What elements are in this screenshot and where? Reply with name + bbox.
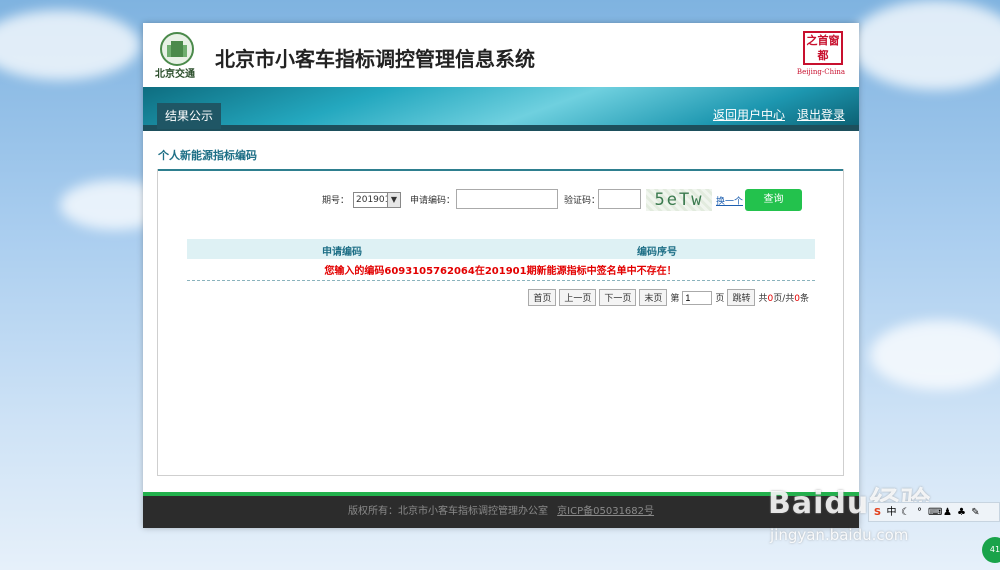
moon-icon[interactable]: ☾ (900, 507, 911, 518)
header: 北京交通 北京市小客车指标调控管理信息系统 之 首 窗 都 Beijing-Ch… (143, 23, 859, 87)
background-cloud (0, 10, 140, 80)
copyright-text: 版权所有：北京市小客车指标调控管理办公室 (347, 506, 548, 517)
jump-button[interactable]: 跳转 (727, 289, 756, 306)
column-code-sequence: 编码序号 (637, 247, 677, 258)
ime-toolbar: S 中 ☾ ° ⌨ ♟ ♣ ✎ (868, 502, 1000, 522)
logo-text: 北京交通 (155, 69, 195, 80)
page-prefix: 第 (670, 294, 680, 304)
column-apply-code: 申请编码 (322, 247, 362, 258)
background-cloud (870, 320, 1000, 390)
notification-badge[interactable]: 41 (982, 537, 1000, 563)
next-page-button[interactable]: 下一页 (599, 289, 637, 306)
prev-page-button[interactable]: 上一页 (559, 289, 597, 306)
nav-links: 返回用户中心 退出登录 (713, 106, 845, 123)
page-title: 北京市小客车指标调控管理信息系统 (215, 47, 535, 71)
user-icon[interactable]: ♟ (942, 507, 953, 518)
chinese-mode-icon[interactable]: 中 (886, 507, 897, 518)
captcha-label: 验证码： (564, 196, 601, 206)
seal-caption: Beijing-China (796, 68, 845, 76)
captcha-image[interactable]: 5eTw (646, 189, 712, 211)
background-cloud (850, 0, 1000, 90)
change-captcha-link[interactable]: 换一个 (716, 194, 743, 207)
result-table-header: 申请编码 编码序号 (187, 239, 815, 259)
keyboard-icon[interactable]: ⌨ (928, 507, 942, 518)
apply-code-input[interactable] (456, 189, 558, 209)
section-title: 个人新能源指标编码 (158, 147, 844, 171)
tab-result-announcement[interactable]: 结果公示 (157, 103, 222, 129)
page-number-input[interactable] (682, 290, 713, 305)
icp-link[interactable]: 京ICP备05031682号 (557, 506, 654, 517)
skin-icon[interactable]: ♣ (956, 507, 967, 518)
error-message: 您输入的编码6093105762064在201901期新能源指标中签名单中不存在… (324, 266, 677, 277)
pagination: 首页 上一页 下一页 末页 第 页 跳转 共0页/共0条 (528, 289, 809, 306)
sogou-icon[interactable]: S (872, 507, 883, 518)
divider (187, 280, 815, 281)
page-total: 共0页/共0条 (758, 294, 809, 304)
wrench-icon[interactable]: ✎ (970, 507, 981, 518)
query-form: 期号： 201901 ▼ 申请编码： 验证码： 5eTw 换一个 查询 (158, 189, 843, 211)
capital-seal-logo: 之 首 窗 都 (803, 31, 843, 65)
period-label: 期号： (322, 196, 350, 206)
watermark-url: jingyan.baidu.com (770, 526, 909, 544)
first-page-button[interactable]: 首页 (528, 289, 557, 306)
punctuation-icon[interactable]: ° (914, 507, 925, 518)
captcha-input[interactable] (598, 189, 641, 209)
period-select[interactable]: 201901 ▼ (353, 192, 401, 208)
chevron-down-icon: ▼ (387, 193, 400, 207)
main-page: 北京交通 北京市小客车指标调控管理信息系统 之 首 窗 都 Beijing-Ch… (143, 23, 859, 528)
page-suffix: 页 (715, 294, 725, 304)
apply-code-label: 申请编码： (410, 196, 456, 206)
footer: 版权所有：北京市小客车指标调控管理办公室 京ICP备05031682号 (143, 492, 859, 528)
navbar: 结果公示 返回用户中心 退出登录 (143, 87, 859, 131)
query-panel: 期号： 201901 ▼ 申请编码： 验证码： 5eTw 换一个 查询 申请编码… (157, 169, 844, 476)
back-to-user-center-link[interactable]: 返回用户中心 (713, 106, 785, 123)
last-page-button[interactable]: 末页 (639, 289, 668, 306)
logout-link[interactable]: 退出登录 (797, 106, 845, 123)
query-button[interactable]: 查询 (745, 189, 802, 211)
